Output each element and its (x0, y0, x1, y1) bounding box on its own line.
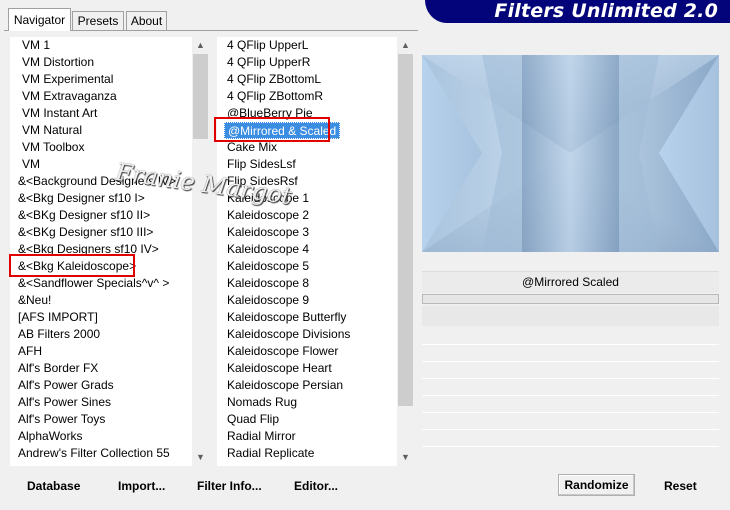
list-item[interactable]: Alf's Power Sines (18, 394, 111, 411)
parameter-separator (422, 429, 719, 430)
list-item[interactable]: Radial Mirror (227, 428, 296, 445)
list-item[interactable]: Kaleidoscope Flower (227, 343, 338, 360)
list-item[interactable]: Kaleidoscope 2 (227, 207, 309, 224)
list-item[interactable]: Kaleidoscope 9 (227, 292, 309, 309)
list-item[interactable]: Alf's Power Toys (18, 411, 105, 428)
list-item[interactable]: VM Extravaganza (22, 88, 117, 105)
list-item[interactable]: Kaleidoscope Heart (227, 360, 332, 377)
tab-about[interactable]: About (126, 11, 167, 30)
parameter-separator (422, 378, 719, 379)
list-item[interactable]: &<Sandflower Specials^v^ > (18, 275, 169, 292)
list-item[interactable]: Kaleidoscope Divisions (227, 326, 350, 343)
chevron-up-icon[interactable]: ▲ (192, 37, 209, 54)
chevron-up-icon[interactable]: ▲ (397, 37, 414, 54)
category-list[interactable]: VM 1 VM Distortion VM Experimental VM Extra… (10, 37, 192, 466)
list-item[interactable]: AlphaWorks (18, 428, 82, 445)
list-item[interactable]: Kaleidoscope Butterfly (227, 309, 346, 326)
list-item[interactable]: Kaleidoscope 4 (227, 241, 309, 258)
filter-list[interactable]: 4 QFlip UpperL 4 QFlip UpperR 4 QFlip ZBot… (217, 37, 397, 466)
list-item[interactable]: VM Natural (22, 122, 82, 139)
filter-preview-image (422, 55, 719, 252)
list-item[interactable]: Andrew's Filter Collection 55 (18, 445, 170, 462)
title-banner: Filters Unlimited 2.0 (425, 0, 730, 23)
list-item[interactable]: &<BKg Designer sf10 III> (18, 224, 153, 241)
list-item[interactable]: Alf's Power Grads (18, 377, 114, 394)
filter-info-button[interactable]: Filter Info... (197, 476, 262, 496)
list-item[interactable]: Kaleidoscope Persian (227, 377, 343, 394)
list-item[interactable]: 4 QFlip UpperL (227, 37, 308, 54)
list-item[interactable]: VM Experimental (22, 71, 113, 88)
filter-highlight-box (214, 117, 330, 142)
reset-button[interactable]: Reset (664, 476, 697, 496)
list-item[interactable]: &<BKg Designer sf10 II> (18, 207, 150, 224)
list-item[interactable]: AFH (18, 343, 42, 360)
list-item[interactable]: VM (22, 156, 40, 173)
list-item[interactable]: VM 1 (22, 37, 50, 54)
list-item[interactable]: &Neu! (18, 292, 51, 309)
category-scrollbar[interactable]: ▲ ▼ (192, 37, 209, 466)
tab-presets-label: Presets (77, 14, 119, 28)
chevron-down-icon[interactable]: ▼ (397, 449, 414, 466)
list-item[interactable]: Nomads Rug (227, 394, 297, 411)
list-item[interactable]: Kaleidoscope 5 (227, 258, 309, 275)
list-item[interactable]: AB Filters 2000 (18, 326, 100, 343)
tab-navigator[interactable]: Navigator (8, 8, 71, 31)
randomize-button[interactable]: Randomize (558, 474, 635, 496)
parameter-area (422, 306, 719, 326)
list-item[interactable]: 4 QFlip UpperR (227, 54, 310, 71)
preview-filter-name: @Mirrored Scaled (422, 271, 719, 293)
progress-bar (422, 294, 719, 304)
list-item[interactable]: Flip SidesLsf (227, 156, 296, 173)
filter-scroll-thumb[interactable] (398, 54, 413, 406)
tab-about-label: About (130, 14, 163, 28)
list-item[interactable]: Kaleidoscope 8 (227, 275, 309, 292)
list-item[interactable]: VM Toolbox (22, 139, 84, 156)
list-item[interactable]: Kaleidoscope 3 (227, 224, 309, 241)
list-item[interactable]: VM Distortion (22, 54, 94, 71)
list-item[interactable]: Alf's Border FX (18, 360, 98, 377)
list-item[interactable]: 4 QFlip ZBottomL (227, 71, 321, 88)
list-item[interactable]: [AFS IMPORT] (18, 309, 98, 326)
parameter-separator (422, 446, 719, 447)
list-item[interactable]: 4 QFlip ZBottomR (227, 88, 323, 105)
chevron-down-icon[interactable]: ▼ (192, 449, 209, 466)
tab-navigator-label: Navigator (13, 13, 66, 27)
list-item[interactable]: &<Bkg Designer sf10 I> (18, 190, 145, 207)
parameter-separator (422, 412, 719, 413)
list-item[interactable]: Quad Flip (227, 411, 279, 428)
tab-presets[interactable]: Presets (72, 11, 124, 30)
parameter-separator (422, 344, 719, 345)
category-scroll-thumb[interactable] (193, 54, 208, 139)
banner-title: Filters Unlimited 2.0 (494, 0, 718, 22)
parameter-separator (422, 395, 719, 396)
category-highlight-box (9, 254, 135, 277)
list-item[interactable]: Radial Replicate (227, 445, 314, 462)
import-button[interactable]: Import... (118, 476, 165, 496)
list-item[interactable]: VM Instant Art (22, 105, 97, 122)
preview-filter-name-text: @Mirrored Scaled (522, 275, 619, 289)
editor-button[interactable]: Editor... (294, 476, 338, 496)
database-button[interactable]: Database (27, 476, 80, 496)
parameter-separator (422, 361, 719, 362)
filter-scrollbar[interactable]: ▲ ▼ (397, 37, 414, 466)
